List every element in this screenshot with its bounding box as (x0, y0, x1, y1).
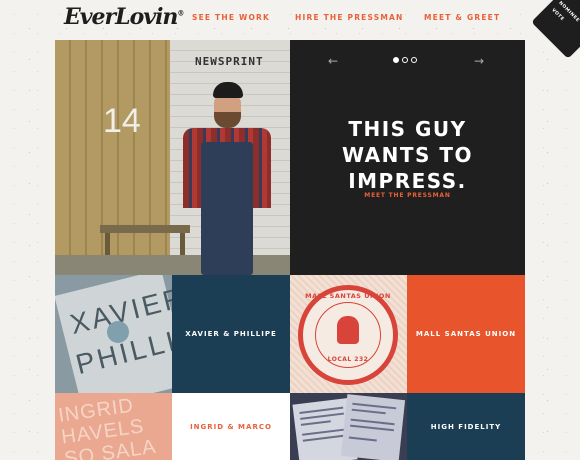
hero-panel: ← → THIS GUY WANTS TO IMPRESS. MEET THE … (290, 40, 525, 275)
newsprint-sign: NEWSPRINT (195, 55, 264, 68)
tile-label: INGRID & MARCO (190, 422, 272, 431)
tile-high-fidelity[interactable]: HIGH FIDELITY (407, 393, 525, 460)
logo-text: EverLovin (64, 4, 178, 30)
beard (214, 112, 241, 128)
portfolio-grid: NEWSPRINT 14 ← → THIS GUY WANTS TO IMPRE… (55, 40, 525, 460)
tile-xavier-phillipe[interactable]: XAVIER & PHILLIPE (172, 275, 290, 393)
denim-apron (201, 142, 253, 275)
tile-label: MALL SANTAS UNION (415, 330, 517, 338)
slider-dot-1[interactable] (393, 57, 399, 63)
logo-mark: ® (177, 8, 184, 18)
ingrid-marco-thumbnail[interactable]: INGRID HAVELS SO SALA (55, 393, 172, 460)
thumb-text: INGRID HAVELS SO SALA (57, 393, 172, 460)
meet-the-pressman-link[interactable]: MEET THE PRESSMAN (290, 192, 525, 199)
pressman-figure (183, 82, 271, 275)
santa-icon (337, 316, 359, 344)
high-fidelity-thumbnail[interactable] (290, 393, 407, 460)
nav-meet-and-greet[interactable]: MEET & GREET (424, 13, 500, 22)
tile-label: HIGH FIDELITY (430, 422, 502, 431)
nav-see-the-work[interactable]: SEE THE WORK (192, 13, 270, 22)
tile-mall-santas-union[interactable]: MALL SANTAS UNION (407, 275, 525, 393)
arrow-left-icon[interactable]: ← (328, 54, 338, 68)
slider-dot-2[interactable] (402, 57, 408, 63)
logo[interactable]: EverLovin® (64, 4, 184, 30)
seal-bottom-text: LOCAL 232 (327, 356, 369, 363)
mall-santas-thumbnail[interactable]: MALL SANTAS UNION LOCAL 232 (290, 275, 407, 393)
monogram-circle (107, 321, 129, 343)
headline-line-1: THIS GUY (348, 117, 467, 141)
slider-dots (393, 57, 417, 63)
hero-photo: NEWSPRINT 14 (55, 40, 290, 275)
nominee-ribbon[interactable]: NOMINEE VOTE (531, 0, 580, 59)
nav-hire-the-pressman[interactable]: HIRE THE PRESSMAN (295, 13, 404, 22)
bench (100, 225, 190, 233)
headline-line-3: IMPRESS. (348, 169, 467, 193)
wooden-wall (55, 40, 170, 275)
tile-label: XAVIER & PHILLIPE (185, 330, 277, 338)
xavier-phillipe-thumbnail[interactable]: XAVIER PHILLI (55, 275, 172, 393)
seal-top-text: MALL SANTAS UNION (305, 292, 391, 300)
union-seal: MALL SANTAS UNION LOCAL 232 (298, 285, 398, 385)
tile-ingrid-marco[interactable]: INGRID & MARCO (172, 393, 290, 460)
slider-dot-3[interactable] (411, 57, 417, 63)
beanie (213, 82, 243, 98)
hero-headline: THIS GUY WANTS TO IMPRESS. (290, 116, 525, 194)
flyer-2 (340, 394, 406, 460)
headline-line-2: WANTS TO (341, 143, 474, 167)
door-number: 14 (103, 102, 141, 140)
arrow-right-icon[interactable]: → (474, 54, 484, 68)
